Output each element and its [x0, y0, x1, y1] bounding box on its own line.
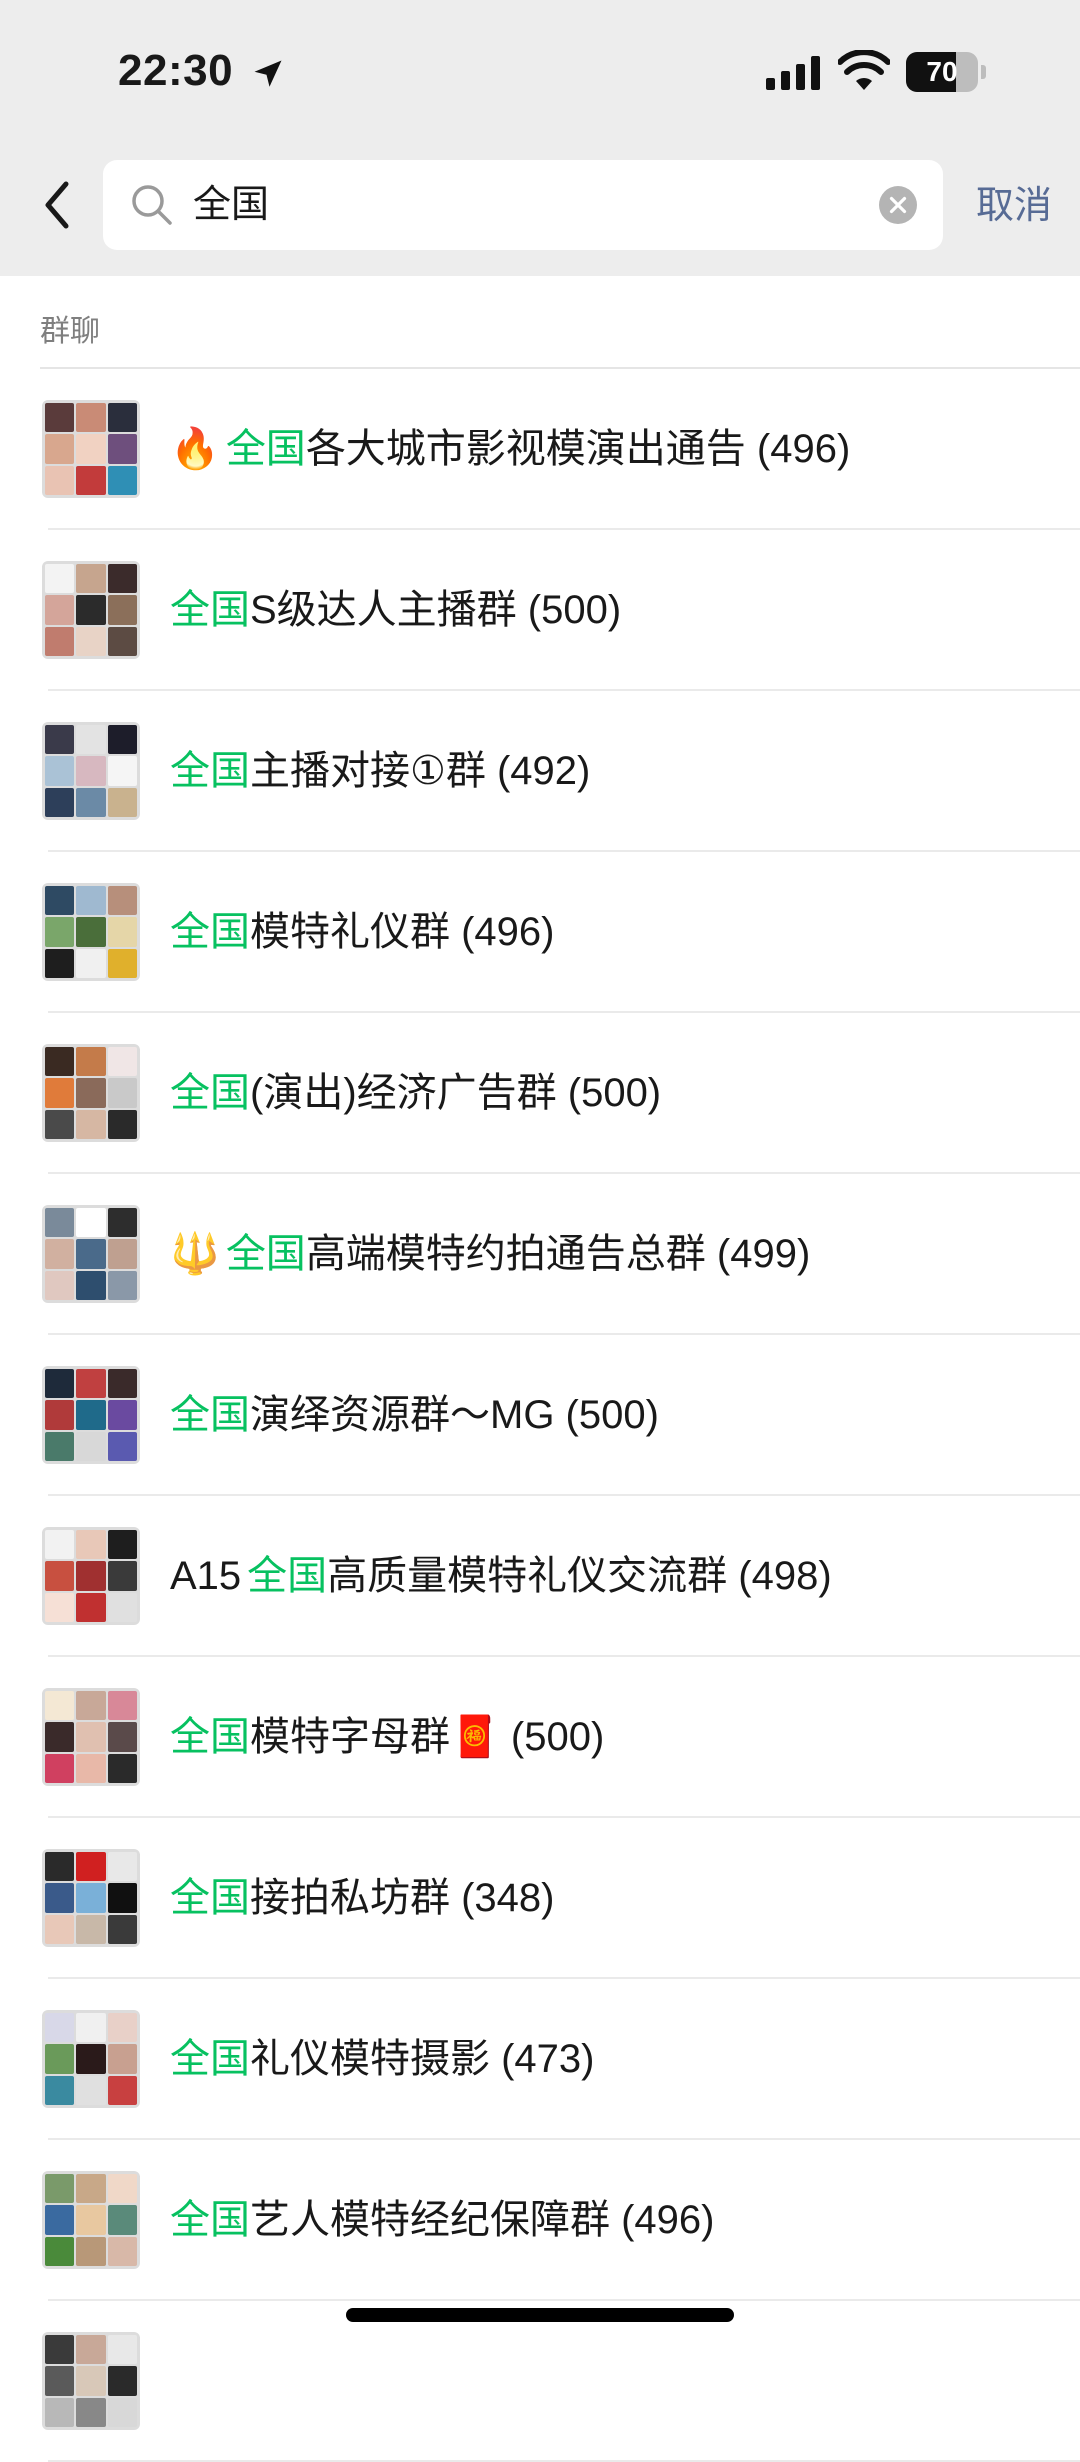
cellular-signal-icon [766, 56, 820, 90]
group-avatar [42, 2010, 140, 2108]
group-title-suffix: 艺人模特经纪保障群 (496) [250, 2198, 715, 2242]
search-bar[interactable]: 全国 [103, 160, 943, 250]
group-title-keyword: 全国 [225, 427, 306, 471]
location-arrow-icon [254, 60, 282, 87]
group-title-suffix: 模特字母群🧧 (500) [250, 1715, 605, 1759]
group-title-suffix: 高质量模特礼仪交流群 (498) [327, 1554, 832, 1598]
group-title-keyword: 全国 [225, 1232, 306, 1276]
status-bar: 22:30 70 [0, 0, 1080, 150]
group-avatar [42, 1205, 140, 1303]
clear-icon[interactable] [879, 186, 917, 224]
group-title: 全国艺人模特经纪保障群 (496) [170, 2140, 715, 2301]
group-title: 全国演绎资源群～MG (500) [170, 1335, 659, 1496]
search-input[interactable]: 全国 [193, 160, 269, 250]
group-title: 全国模特字母群🧧 (500) [170, 1657, 604, 1818]
group-avatar [42, 561, 140, 659]
group-avatar [42, 1688, 140, 1786]
group-chat-row[interactable]: 全国礼仪模特摄影 (473) [0, 1979, 1080, 2140]
group-title: A15 全国高质量模特礼仪交流群 (498) [170, 1496, 832, 1657]
group-title-keyword: 全国 [170, 1876, 250, 1920]
group-chat-row[interactable]: 全国主播对接①群 (492) [0, 691, 1080, 852]
group-title: 🔱 全国高端模特约拍通告总群 (499) [170, 1174, 810, 1335]
group-title: 全国礼仪模特摄影 (473) [170, 1979, 595, 2140]
group-title-prefix: 🔱 [170, 1232, 220, 1276]
group-title: 全国S级达人主播群 (500) [170, 530, 621, 691]
home-indicator [346, 2308, 734, 2322]
group-chat-row[interactable]: 全国(演出)经济广告群 (500) [0, 1013, 1080, 1174]
wifi-icon [838, 50, 890, 90]
group-chat-row[interactable]: 全国模特礼仪群 (496) [0, 852, 1080, 1013]
group-title: 全国(演出)经济广告群 (500) [170, 1013, 661, 1174]
group-avatar [42, 2171, 140, 2269]
search-icon [132, 185, 172, 225]
status-time: 22:30 [118, 46, 234, 95]
cancel-button[interactable]: 取消 [976, 178, 1052, 234]
group-chat-list: 🔥 全国各大城市影视模演出通告 (496) 全国S级达人主播群 (500) 全国主播对… [0, 369, 1080, 2462]
battery-percent: 70 [926, 56, 958, 87]
group-title-prefix: A15 [170, 1554, 242, 1598]
group-title-suffix: 礼仪模特摄影 (473) [250, 2037, 595, 2081]
section-title-group-chats: 群聊 [40, 315, 100, 348]
group-title: 全国模特礼仪群 (496) [170, 852, 555, 1013]
group-title-suffix: 演绎资源群～MG (500) [250, 1393, 659, 1437]
group-avatar [42, 1366, 140, 1464]
group-chat-row[interactable]: 全国模特字母群🧧 (500) [0, 1657, 1080, 1818]
group-title-prefix: 🔥 [170, 427, 220, 471]
group-title-keyword: 全国 [170, 1715, 250, 1759]
group-chat-row[interactable]: 全国艺人模特经纪保障群 (496) [0, 2140, 1080, 2301]
group-chat-row[interactable]: A15 全国高质量模特礼仪交流群 (498) [0, 1496, 1080, 1657]
group-avatar [42, 1044, 140, 1142]
group-avatar [42, 400, 140, 498]
group-title-suffix: 主播对接①群 (492) [250, 749, 591, 793]
group-title: 全国接拍私坊群 (348) [170, 1818, 555, 1979]
group-title-keyword: 全国 [170, 2198, 250, 2242]
group-title: 🔥 全国各大城市影视模演出通告 (496) [170, 369, 850, 530]
group-avatar [42, 1527, 140, 1625]
group-title-suffix: 各大城市影视模演出通告 (496) [305, 427, 851, 471]
group-avatar [42, 722, 140, 820]
back-chevron-icon[interactable] [30, 170, 86, 240]
top-header: 22:30 70 全国 取消 [0, 0, 1080, 276]
group-title-keyword: 全国 [247, 1554, 328, 1598]
group-title-suffix: 接拍私坊群 (348) [250, 1876, 555, 1920]
battery-indicator: 70 [906, 52, 986, 92]
group-avatar [42, 1849, 140, 1947]
group-title-suffix: 模特礼仪群 (496) [250, 910, 555, 954]
group-title-keyword: 全国 [170, 1071, 250, 1115]
group-title-suffix: S级达人主播群 (500) [250, 588, 622, 632]
group-title-keyword: 全国 [170, 1393, 250, 1437]
group-chat-row[interactable] [0, 2301, 1080, 2462]
group-chat-row[interactable]: 🔱 全国高端模特约拍通告总群 (499) [0, 1174, 1080, 1335]
group-title: 全国主播对接①群 (492) [170, 691, 590, 852]
group-title-keyword: 全国 [170, 749, 250, 793]
group-title-keyword: 全国 [170, 2037, 250, 2081]
group-chat-row[interactable]: 全国接拍私坊群 (348) [0, 1818, 1080, 1979]
group-title-keyword: 全国 [170, 588, 250, 632]
group-chat-row[interactable]: 🔥 全国各大城市影视模演出通告 (496) [0, 369, 1080, 530]
group-avatar [42, 2332, 140, 2430]
group-chat-row[interactable]: 全国S级达人主播群 (500) [0, 530, 1080, 691]
group-avatar [42, 883, 140, 981]
group-title-suffix: 高端模特约拍通告总群 (499) [305, 1232, 811, 1276]
group-title-suffix: (演出)经济广告群 (500) [250, 1071, 662, 1115]
group-chat-row[interactable]: 全国演绎资源群～MG (500) [0, 1335, 1080, 1496]
group-title-keyword: 全国 [170, 910, 250, 954]
